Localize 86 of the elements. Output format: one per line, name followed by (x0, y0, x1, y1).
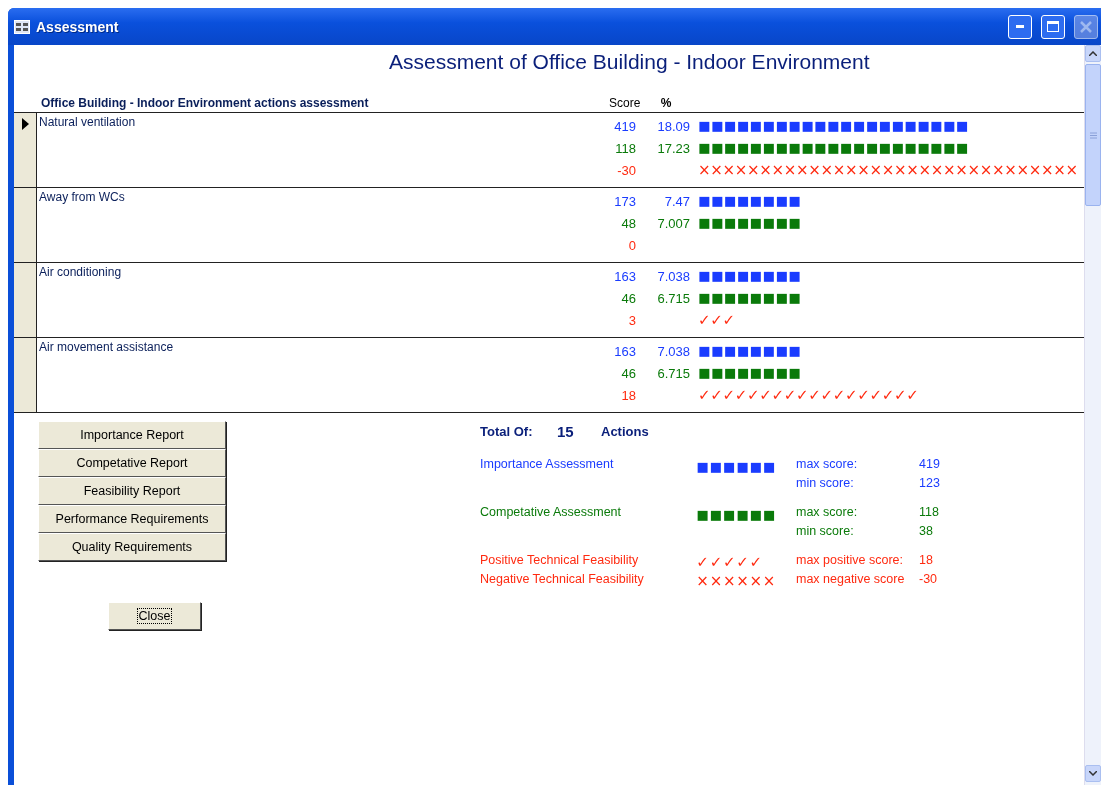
report-button[interactable]: Quality Requirements (38, 533, 226, 561)
score-value: 118 (614, 140, 636, 156)
stat-label: min score: (796, 476, 855, 492)
legend-symbols: ■■■■■■ (696, 508, 776, 522)
record-selector[interactable] (14, 188, 37, 262)
stat-label: max positive score: (796, 553, 904, 569)
total-count: 15 (557, 422, 575, 440)
score-marks: ■■■■■■■■■■■■■■■■■■■■■ (698, 119, 969, 133)
maximize-button[interactable] (1041, 14, 1065, 39)
legend-label: Competative Assessment (480, 505, 623, 521)
score-marks: ■■■■■■■■ (698, 366, 802, 380)
legend-symbols: ■■■■■■ (696, 460, 776, 474)
record-selector[interactable] (14, 263, 37, 337)
action-name: Air conditioning (38, 264, 123, 279)
form-heading: Assessment of Office Building - Indoor Environment (388, 49, 870, 75)
score-marks: ■■■■■■■■■■■■■■■■■■■■■ (698, 141, 969, 155)
close-form-button[interactable]: Close (108, 602, 201, 630)
percent-value: 7.007 (656, 215, 690, 231)
report-button[interactable]: Performance Requirements (38, 505, 226, 533)
score-value: 46 (620, 365, 636, 381)
column-header: Score (609, 96, 639, 110)
legend-label: Positive Technical Feasibility (480, 553, 640, 569)
legend-symbols: ×××××× (696, 574, 776, 588)
maximize-icon (1047, 21, 1059, 32)
current-record-icon (21, 118, 29, 130)
score-marks: ■■■■■■■■ (698, 216, 802, 230)
percent-value: 7.038 (656, 343, 690, 359)
report-button[interactable]: Competative Report (38, 449, 226, 477)
scroll-up-button[interactable] (1085, 45, 1101, 62)
record-selector[interactable] (14, 113, 37, 187)
stat-value: 118 (919, 505, 940, 521)
scrollbar-thumb[interactable] (1085, 64, 1101, 206)
score-value: 419 (613, 118, 636, 134)
minimize-icon (1016, 25, 1024, 28)
score-value: 163 (613, 268, 636, 284)
stat-label: max score: (796, 505, 859, 521)
action-name: Away from WCs (38, 189, 126, 204)
action-name: Air movement assistance (38, 339, 175, 354)
legend-label: Importance Assessment (480, 457, 615, 473)
total-unit: Actions (601, 423, 649, 439)
caret-up-icon (1089, 51, 1097, 56)
stat-value: -30 (919, 572, 939, 588)
grip-icon (1089, 131, 1097, 139)
report-button[interactable]: Importance Report (38, 421, 226, 449)
score-marks: ■■■■■■■■ (698, 194, 802, 208)
score-marks: ✓✓✓✓✓✓✓✓✓✓✓✓✓✓✓✓✓✓ (698, 388, 919, 402)
legend-symbols: ✓✓✓✓✓ (696, 555, 763, 569)
score-marks: ■■■■■■■■ (698, 344, 802, 358)
score-value: 163 (613, 343, 636, 359)
total-label: Total Of: (480, 423, 534, 439)
percent-value: 17.23 (656, 140, 690, 156)
stat-label: min score: (796, 524, 855, 540)
score-value: 0 (627, 237, 636, 253)
percent-value: 18.09 (656, 118, 690, 134)
stat-label: max score: (796, 457, 859, 473)
record-selector[interactable] (14, 338, 37, 412)
stat-value: 38 (919, 524, 934, 540)
stat-label: max negative score (796, 572, 906, 588)
score-value: 48 (620, 215, 636, 231)
column-header: Office Building - Indoor Environment actions assessment (41, 96, 370, 110)
score-value: 18 (620, 387, 636, 403)
minimize-button[interactable] (1008, 14, 1032, 39)
scroll-down-button[interactable] (1085, 765, 1101, 782)
column-header: % (659, 96, 673, 110)
percent-value: 7.47 (663, 193, 690, 209)
stat-value: 419 (919, 457, 941, 473)
percent-value: 6.715 (656, 365, 690, 381)
score-value: 173 (613, 193, 636, 209)
window-title: Assessment (36, 18, 120, 35)
score-marks: ■■■■■■■■ (698, 291, 802, 305)
score-value: -30 (616, 162, 636, 178)
form-icon (14, 19, 30, 34)
score-marks: ××××××××××××××××××××××××××××××× (698, 163, 1078, 177)
score-marks: ■■■■■■■■ (698, 269, 802, 283)
stat-value: 18 (919, 553, 934, 569)
score-value: 46 (620, 290, 636, 306)
caret-down-icon (1089, 771, 1097, 776)
legend-label: Negative Technical Feasibility (480, 572, 645, 588)
action-name: Natural ventilation (38, 114, 137, 129)
report-button[interactable]: Feasibility Report (38, 477, 226, 505)
percent-value: 7.038 (656, 268, 690, 284)
close-icon (1080, 20, 1092, 33)
percent-value: 6.715 (656, 290, 690, 306)
score-marks: ✓✓✓ (698, 313, 735, 327)
stat-value: 123 (919, 476, 941, 492)
score-value: 3 (627, 312, 636, 328)
